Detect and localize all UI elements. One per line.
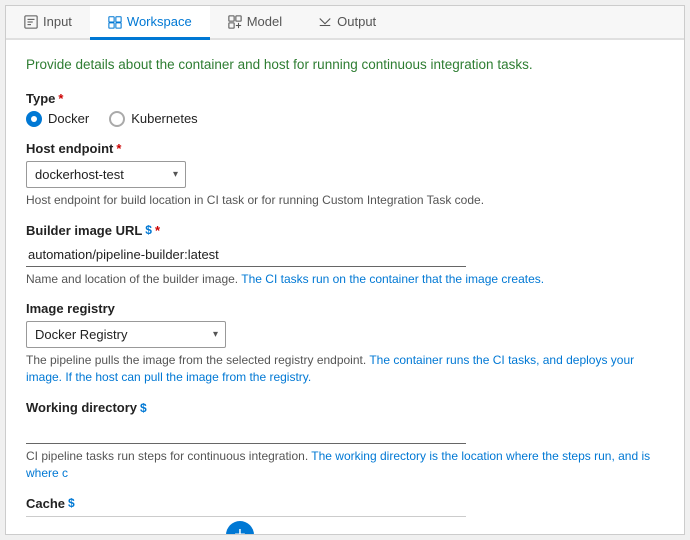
model-icon [228,15,242,29]
builder-image-required: * [155,223,160,238]
builder-image-input[interactable] [26,243,466,267]
cache-field-group: Cache $ + [26,496,664,534]
host-endpoint-helper: Host endpoint for build location in CI t… [26,192,664,209]
cache-label: Cache $ [26,496,664,511]
radio-docker[interactable]: Docker [26,111,89,127]
host-endpoint-label: Host endpoint * [26,141,664,156]
radio-docker-label: Docker [48,111,89,126]
tab-output-label: Output [337,14,376,29]
tab-workspace[interactable]: Workspace [90,6,210,40]
tab-model[interactable]: Model [210,6,300,40]
type-field-group: Type * Docker Kubernetes [26,91,664,127]
content-area: Provide details about the container and … [6,40,684,534]
builder-image-field-group: Builder image URL $ * Name and location … [26,223,664,288]
builder-image-label: Builder image URL $ * [26,223,664,238]
tab-model-label: Model [247,14,282,29]
tab-input[interactable]: Input [6,6,90,40]
tab-workspace-label: Workspace [127,14,192,29]
radio-group: Docker Kubernetes [26,111,664,127]
cache-divider [26,516,466,517]
builder-image-helper: Name and location of the builder image. … [26,271,664,288]
image-registry-dropdown[interactable]: Docker Registry [26,321,226,348]
builder-image-dollar: $ [145,223,152,237]
output-icon [318,15,332,29]
working-directory-label: Working directory $ [26,400,664,415]
add-cache-button[interactable]: + [226,521,254,534]
host-endpoint-required: * [116,141,121,156]
host-endpoint-dropdown-container: dockerhost-test ▾ [26,161,186,188]
image-registry-helper: The pipeline pulls the image from the se… [26,352,664,386]
host-endpoint-field-group: Host endpoint * dockerhost-test ▾ Host e… [26,141,664,209]
image-registry-field-group: Image registry Docker Registry ▾ The pip… [26,301,664,386]
workspace-icon [108,15,122,29]
working-directory-dollar: $ [140,401,147,415]
tab-input-label: Input [43,14,72,29]
cache-dollar: $ [68,496,75,510]
intro-text: Provide details about the container and … [26,56,664,75]
working-directory-input[interactable] [26,420,466,444]
host-endpoint-dropdown[interactable]: dockerhost-test [26,161,186,188]
working-directory-helper: CI pipeline tasks run steps for continuo… [26,448,664,482]
main-window: Input Workspace Model [5,5,685,535]
tab-bar: Input Workspace Model [6,6,684,40]
type-required: * [58,91,63,106]
image-registry-dropdown-container: Docker Registry ▾ [26,321,226,348]
image-registry-label: Image registry [26,301,664,316]
tab-output[interactable]: Output [300,6,394,40]
radio-kubernetes-label: Kubernetes [131,111,198,126]
working-directory-field-group: Working directory $ CI pipeline tasks ru… [26,400,664,482]
radio-kubernetes-circle[interactable] [109,111,125,127]
input-icon [24,15,38,29]
radio-kubernetes[interactable]: Kubernetes [109,111,198,127]
radio-docker-circle[interactable] [26,111,42,127]
type-label: Type * [26,91,664,106]
